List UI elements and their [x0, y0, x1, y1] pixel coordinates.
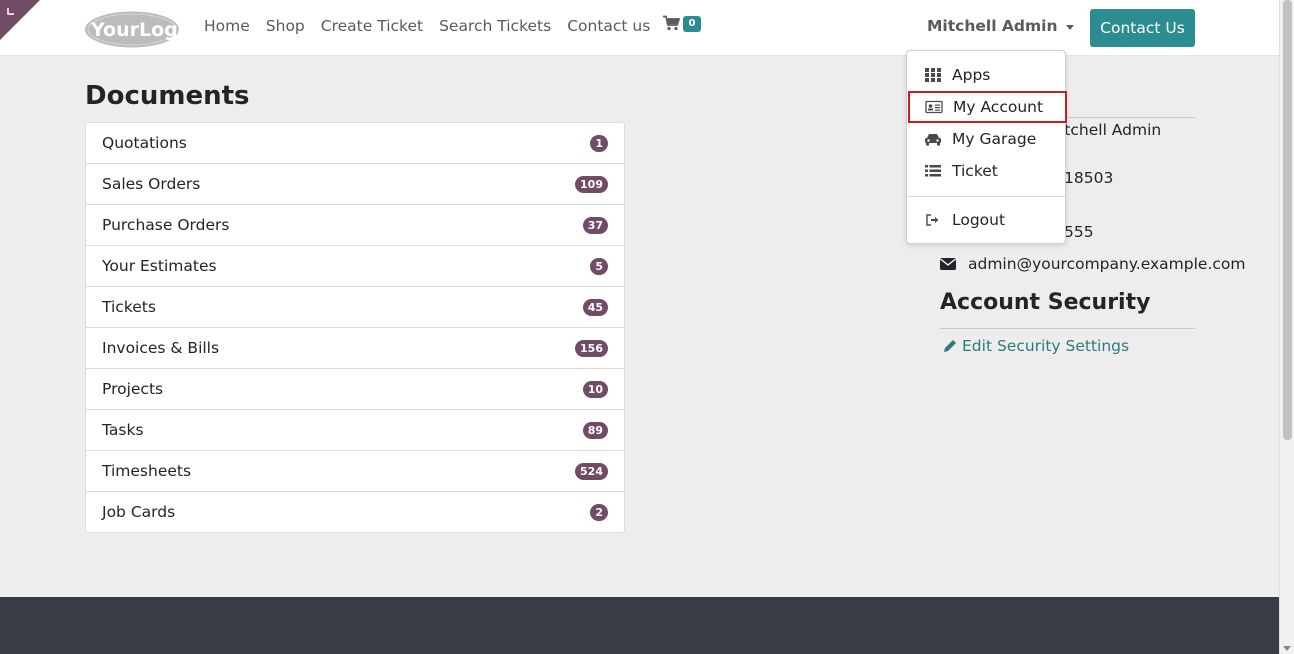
list-item-label: Projects: [102, 380, 164, 398]
logo[interactable]: YourLogo: [84, 11, 180, 48]
detail-email: admin@yourcompany.example.com: [968, 255, 1246, 273]
count-badge: 45: [582, 298, 608, 316]
user-name: Mitchell Admin: [927, 17, 1058, 35]
pencil-icon: [944, 340, 956, 352]
menu-item-label: My Account: [953, 98, 1044, 116]
edit-security-link[interactable]: Edit Security Settings: [943, 337, 1129, 355]
envelope-icon: [940, 258, 956, 270]
list-item-quotations[interactable]: Quotations 1: [86, 123, 624, 164]
list-item-label: Sales Orders: [102, 175, 201, 193]
list-item-label: Quotations: [102, 134, 187, 152]
cart-button[interactable]: 0: [663, 15, 701, 32]
nav-contact-us[interactable]: Contact us: [567, 17, 650, 35]
count-badge: 5: [590, 257, 608, 275]
page-title: Documents: [85, 81, 250, 111]
vertical-scrollbar[interactable]: [1279, 0, 1294, 654]
menu-item-label: Ticket: [952, 162, 998, 180]
nav-create-ticket[interactable]: Create Ticket: [321, 17, 423, 35]
contact-us-button[interactable]: Contact Us: [1090, 9, 1195, 47]
list-item-timesheets[interactable]: Timesheets 524: [86, 451, 624, 492]
list-item-sales-orders[interactable]: Sales Orders 109: [86, 164, 624, 205]
edit-corner-icon[interactable]: [0, 0, 40, 40]
detail-email-row: admin@yourcompany.example.com: [940, 255, 1245, 273]
list-item-label: Tickets: [102, 298, 156, 316]
menu-item-my-account[interactable]: My Account: [908, 91, 1067, 123]
list-item-invoices-bills[interactable]: Invoices & Bills 156: [86, 328, 624, 369]
top-navbar: YourLogo Home Shop Create Ticket Search …: [0, 0, 1279, 56]
list-item-label: Job Cards: [102, 503, 176, 521]
security-divider: [940, 328, 1195, 329]
footer: [0, 597, 1279, 654]
list-item-job-cards[interactable]: Job Cards 2: [86, 492, 624, 532]
count-badge: 524: [575, 462, 608, 480]
menu-item-ticket[interactable]: Ticket: [907, 155, 1065, 187]
edit-security-label: Edit Security Settings: [962, 337, 1130, 355]
list-item-label: Invoices & Bills: [102, 339, 220, 357]
menu-item-apps[interactable]: Apps: [907, 59, 1065, 91]
logo-text: YourLogo: [90, 19, 180, 41]
menu-item-label: My Garage: [952, 130, 1037, 148]
count-badge: 109: [575, 175, 608, 193]
count-badge: 156: [575, 339, 608, 357]
id-card-icon: [925, 100, 943, 114]
scroll-down-arrow-icon[interactable]: [1283, 646, 1291, 651]
list-item-label: Purchase Orders: [102, 216, 230, 234]
documents-list: Quotations 1 Sales Orders 109 Purchase O…: [85, 122, 625, 533]
car-icon: [925, 134, 941, 146]
count-badge: 1: [590, 134, 608, 152]
scrollbar-thumb[interactable]: [1283, 0, 1292, 440]
main-nav: Home Shop Create Ticket Search Tickets C…: [204, 17, 650, 35]
menu-divider: [907, 196, 1065, 197]
list-item-label: Your Estimates: [102, 257, 217, 275]
list-item-label: Tasks: [102, 421, 144, 439]
nav-home[interactable]: Home: [204, 17, 250, 35]
menu-item-logout[interactable]: Logout: [907, 204, 1065, 236]
list-item-purchase-orders[interactable]: Purchase Orders 37: [86, 205, 624, 246]
user-dropdown-menu: Apps My Account My Garage Ticket Logout: [906, 50, 1067, 244]
cart-count-badge: 0: [683, 16, 701, 32]
logout-icon: [926, 214, 939, 226]
menu-item-label: Apps: [952, 66, 991, 84]
menu-item-label: Logout: [952, 211, 1006, 229]
list-item-label: Timesheets: [102, 462, 192, 480]
detail-name: itchell Admin: [1060, 121, 1162, 139]
account-security-title: Account Security: [940, 290, 1151, 315]
list-item-your-estimates[interactable]: Your Estimates 5: [86, 246, 624, 287]
count-badge: 89: [582, 421, 608, 439]
nav-shop[interactable]: Shop: [266, 17, 305, 35]
count-badge: 37: [582, 216, 608, 234]
nav-search-tickets[interactable]: Search Tickets: [439, 17, 551, 35]
list-item-projects[interactable]: Projects 10: [86, 369, 624, 410]
count-badge: 2: [590, 503, 608, 521]
caret-down-icon: [1065, 24, 1074, 30]
count-badge: 10: [582, 380, 608, 398]
list-icon: [925, 165, 941, 177]
shopping-cart-icon: [663, 15, 680, 31]
menu-item-my-garage[interactable]: My Garage: [907, 123, 1065, 155]
apps-grid-icon: [925, 68, 941, 82]
detail-fax: 555: [1064, 223, 1094, 241]
list-item-tasks[interactable]: Tasks 89: [86, 410, 624, 451]
list-item-tickets[interactable]: Tickets 45: [86, 287, 624, 328]
user-menu-toggle[interactable]: Mitchell Admin: [927, 17, 1074, 35]
detail-phone: 18503: [1064, 169, 1114, 187]
